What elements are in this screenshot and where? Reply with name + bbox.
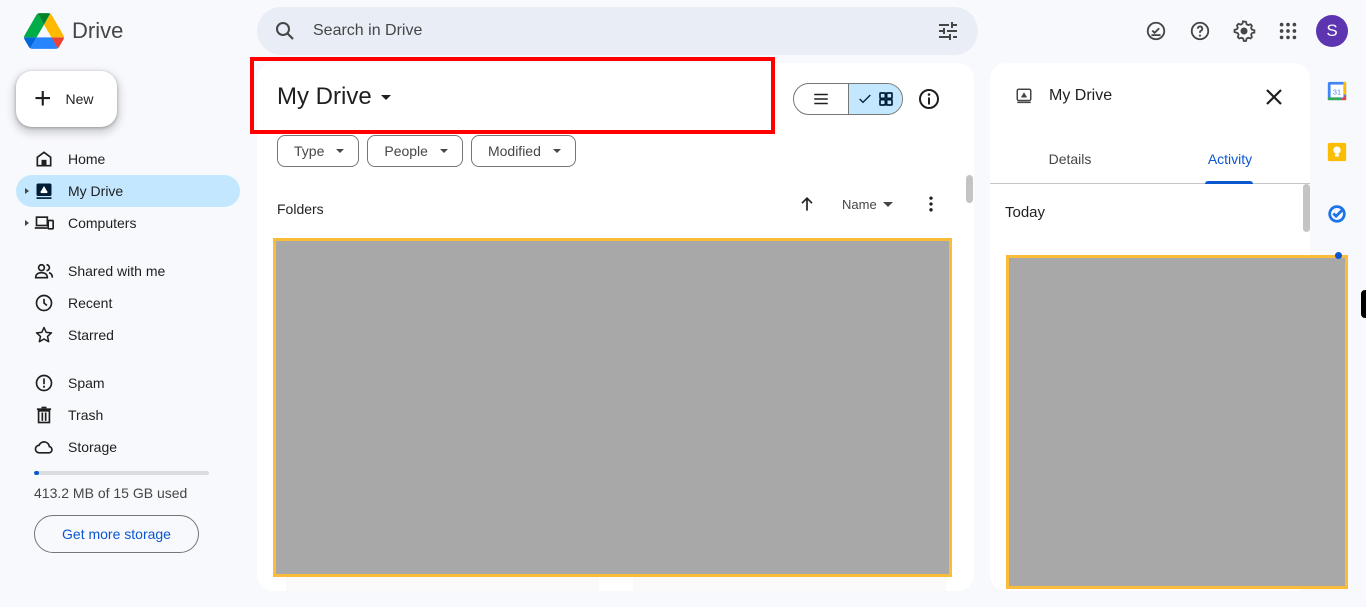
details-tabs: Details Activity bbox=[990, 143, 1310, 184]
storage-usage-text: 413.2 MB of 15 GB used bbox=[34, 485, 188, 501]
sidebar-item-shared-with-me[interactable]: Shared with me bbox=[16, 255, 240, 287]
my-drive-icon bbox=[34, 181, 54, 201]
home-icon bbox=[34, 149, 54, 169]
close-icon[interactable] bbox=[1262, 85, 1286, 109]
dropdown-arrow-icon bbox=[552, 149, 561, 153]
sidebar-item-my-drive[interactable]: My Drive bbox=[16, 175, 240, 207]
sidebar-item-computers[interactable]: Computers bbox=[16, 207, 240, 239]
view-toggle bbox=[793, 83, 903, 115]
dropdown-arrow-icon bbox=[336, 149, 345, 153]
notification-dot bbox=[1335, 252, 1342, 259]
filter-modified-chip[interactable]: Modified bbox=[470, 135, 576, 167]
grid-icon bbox=[879, 92, 893, 106]
my-drive-icon bbox=[1016, 88, 1032, 104]
filter-chips: Type People Modified bbox=[277, 135, 584, 167]
info-icon[interactable] bbox=[917, 87, 941, 111]
drive-logo[interactable]: Drive bbox=[24, 13, 123, 49]
sidebar-item-recent[interactable]: Recent bbox=[16, 287, 240, 319]
dropdown-arrow-icon bbox=[439, 149, 448, 153]
sidebar-item-label: Starred bbox=[68, 327, 114, 343]
more-options-icon[interactable] bbox=[921, 194, 941, 214]
computers-icon bbox=[34, 213, 54, 233]
sidebar-item-spam[interactable]: Spam bbox=[16, 367, 240, 399]
apps-grid-icon[interactable] bbox=[1276, 19, 1300, 43]
offline-status-icon[interactable] bbox=[1144, 19, 1168, 43]
redacted-folder-area bbox=[273, 238, 952, 577]
star-icon bbox=[34, 325, 54, 345]
svg-text:31: 31 bbox=[1333, 88, 1341, 97]
help-icon[interactable] bbox=[1188, 19, 1212, 43]
side-apps-panel: 31 bbox=[1326, 80, 1352, 263]
clock-icon bbox=[34, 293, 54, 313]
search-input[interactable] bbox=[313, 22, 936, 40]
search-icon[interactable] bbox=[273, 19, 297, 43]
app-name: Drive bbox=[72, 18, 124, 43]
sidebar-item-starred[interactable]: Starred bbox=[16, 319, 240, 351]
details-scrollbar[interactable] bbox=[1303, 184, 1310, 232]
get-more-storage-button[interactable]: Get more storage bbox=[34, 515, 199, 553]
sidebar-item-trash[interactable]: Trash bbox=[16, 399, 240, 431]
chip-label: Modified bbox=[487, 143, 541, 159]
drive-logo-icon bbox=[24, 13, 64, 49]
new-button[interactable]: + New bbox=[16, 71, 117, 127]
expand-arrow-icon[interactable] bbox=[25, 188, 29, 194]
side-panel-toggle[interactable] bbox=[1361, 290, 1366, 318]
header-actions: S bbox=[1124, 15, 1348, 47]
activity-group-label: Today bbox=[1005, 204, 1046, 221]
section-label: Folders bbox=[277, 201, 324, 217]
sidebar-item-home[interactable]: Home bbox=[16, 143, 240, 175]
tasks-icon[interactable] bbox=[1326, 202, 1348, 224]
details-header: My Drive bbox=[1015, 87, 1112, 105]
page-title: My Drive bbox=[277, 83, 372, 110]
sort-direction-arrow-icon[interactable] bbox=[797, 194, 817, 214]
sidebar-item-label: Computers bbox=[68, 215, 137, 231]
chip-label: Type bbox=[294, 143, 325, 159]
list-icon bbox=[814, 93, 828, 105]
list-view-button[interactable] bbox=[794, 84, 848, 114]
expand-arrow-icon[interactable] bbox=[25, 220, 29, 226]
filter-type-chip[interactable]: Type bbox=[277, 135, 360, 167]
sidebar-item-label: Spam bbox=[68, 375, 105, 391]
grid-view-button[interactable] bbox=[847, 84, 902, 114]
tab-activity[interactable]: Activity bbox=[1150, 143, 1310, 184]
sort-field-label: Name bbox=[842, 197, 877, 212]
redacted-activity-area bbox=[1006, 255, 1348, 589]
sidebar-item-label: Shared with me bbox=[68, 263, 166, 279]
sidebar-item-label: Recent bbox=[68, 295, 113, 311]
search-bar[interactable] bbox=[257, 7, 978, 55]
sidebar-item-label: Trash bbox=[68, 407, 104, 423]
chip-label: People bbox=[384, 143, 428, 159]
dropdown-arrow-icon bbox=[882, 202, 893, 207]
details-title: My Drive bbox=[1049, 87, 1113, 104]
search-options-icon[interactable] bbox=[936, 19, 960, 43]
keep-icon[interactable] bbox=[1326, 141, 1348, 163]
sidebar-item-storage[interactable]: Storage bbox=[16, 431, 240, 463]
account-avatar[interactable]: S bbox=[1316, 15, 1348, 47]
sort-field-button[interactable]: Name bbox=[842, 197, 893, 212]
shared-icon bbox=[34, 261, 54, 281]
new-button-label: New bbox=[65, 91, 94, 107]
checkmark-icon bbox=[859, 94, 871, 104]
trash-icon bbox=[34, 405, 54, 425]
storage-usage-fill bbox=[34, 471, 40, 475]
settings-icon[interactable] bbox=[1232, 19, 1256, 43]
main-scrollbar[interactable] bbox=[966, 175, 973, 203]
tab-details[interactable]: Details bbox=[990, 143, 1150, 183]
storage-usage-bar bbox=[34, 471, 209, 475]
sidebar-item-label: My Drive bbox=[68, 183, 124, 199]
calendar-icon[interactable]: 31 bbox=[1326, 80, 1348, 102]
filter-people-chip[interactable]: People bbox=[367, 135, 463, 167]
cloud-icon bbox=[34, 437, 54, 457]
sidebar-item-label: Storage bbox=[68, 439, 118, 455]
dropdown-arrow-icon bbox=[380, 94, 391, 100]
sidebar-nav: Home My Drive Computers Shared with me R… bbox=[16, 143, 240, 463]
sidebar-item-label: Home bbox=[68, 151, 106, 167]
spam-icon bbox=[34, 373, 54, 393]
my-drive-title-menu[interactable]: My Drive bbox=[277, 83, 391, 111]
plus-icon: + bbox=[34, 82, 52, 115]
